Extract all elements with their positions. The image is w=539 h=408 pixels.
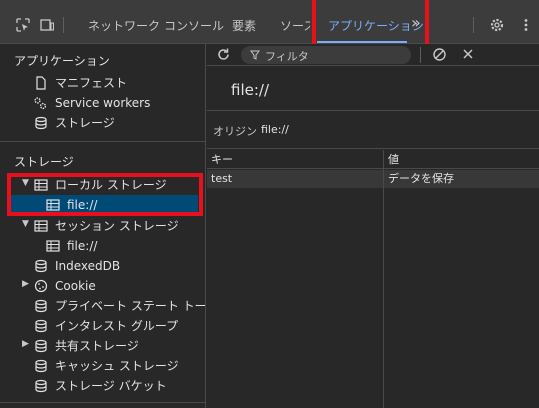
refresh-icon[interactable] xyxy=(216,47,231,62)
database-icon xyxy=(35,116,47,130)
gears-icon xyxy=(34,97,47,110)
sidebar-item-label: file:// xyxy=(67,239,98,253)
collapse-arrow-icon[interactable]: ▶ xyxy=(22,279,29,289)
cookie-icon xyxy=(34,279,48,293)
sidebar-section-title-application: アプリケーション xyxy=(14,54,110,68)
tab-elements[interactable]: 要素 xyxy=(232,16,256,36)
sidebar-item-cache-storage[interactable]: キャッシュ ストレージ xyxy=(0,356,205,376)
sidebar-item-label: ストレージ xyxy=(55,116,115,130)
sidebar-item-service-workers[interactable]: Service workers xyxy=(0,93,205,113)
sidebar-item-local-storage-file[interactable]: file:// xyxy=(11,195,198,215)
sidebar-item-label: 共有ストレージ xyxy=(55,339,139,353)
tab-console[interactable]: コンソール xyxy=(164,16,224,36)
database-icon xyxy=(35,319,47,333)
tab-application[interactable]: アプリケーション xyxy=(328,16,424,36)
sidebar-item-label: プライベート ステート トークン xyxy=(55,299,206,313)
sidebar-divider xyxy=(0,141,205,142)
tab-sources[interactable]: ソース xyxy=(280,16,310,36)
database-icon xyxy=(35,359,47,373)
sidebar-item-label: セッション ストレージ xyxy=(55,219,179,233)
column-header-key[interactable]: キー xyxy=(207,150,383,169)
expand-arrow-icon[interactable]: ▼ xyxy=(22,178,29,188)
filter-icon xyxy=(250,50,260,60)
sidebar-item-storage[interactable]: ストレージ xyxy=(0,113,205,133)
application-sidebar: アプリケーション マニフェスト Service workers ストレージ スト… xyxy=(0,44,206,408)
sidebar-item-label: Cookie xyxy=(55,279,96,293)
origin-info-row: オリジン file:// xyxy=(207,112,539,149)
sidebar-item-label: ストレージ バケット xyxy=(55,379,167,393)
column-divider xyxy=(383,150,384,408)
close-icon[interactable] xyxy=(462,48,474,60)
sidebar-item-label: マニフェスト xyxy=(55,76,128,90)
cell-value: データを保存 xyxy=(388,172,454,185)
sidebar-item-label: file:// xyxy=(67,198,98,212)
table-icon xyxy=(34,179,48,191)
table-row[interactable]: test データを保存 xyxy=(207,170,539,188)
sidebar-item-manifest[interactable]: マニフェスト xyxy=(0,73,205,93)
sidebar-item-session-storage-file[interactable]: file:// xyxy=(0,236,205,256)
more-icon[interactable] xyxy=(519,18,533,32)
sidebar-item-label: キャッシュ ストレージ xyxy=(55,359,179,373)
tab-network[interactable]: ネットワーク xyxy=(88,16,160,36)
sidebar-item-label: IndexedDB xyxy=(55,259,121,273)
sidebar-item-storage-buckets[interactable]: ストレージ バケット xyxy=(0,376,205,396)
sidebar-section-title-storage: ストレージ xyxy=(14,155,74,169)
storage-table: キー 値 test データを保存 xyxy=(207,150,539,408)
collapse-arrow-icon[interactable]: ▶ xyxy=(22,339,29,349)
storage-toolbar: フィルタ xyxy=(207,44,539,66)
file-icon xyxy=(36,76,46,90)
sidebar-item-private-state-tokens[interactable]: プライベート ステート トークン xyxy=(0,296,205,316)
sidebar-item-shared-storage[interactable]: ▶ 共有ストレージ xyxy=(0,336,205,356)
origin-title: file:// xyxy=(231,81,270,99)
database-icon xyxy=(35,379,47,393)
toolbar-separator xyxy=(63,17,64,33)
filter-placeholder: フィルタ xyxy=(265,50,309,63)
origin-value: file:// xyxy=(261,123,289,136)
sidebar-item-label: ローカル ストレージ xyxy=(55,178,167,192)
table-icon xyxy=(34,220,48,232)
table-icon xyxy=(46,240,60,252)
sidebar-item-interest-groups[interactable]: インタレスト グループ xyxy=(0,316,205,336)
inspect-icon[interactable] xyxy=(16,18,30,32)
active-tab-indicator xyxy=(317,41,407,43)
database-icon xyxy=(35,299,47,313)
toolbar-separator xyxy=(473,17,474,33)
sidebar-divider xyxy=(0,402,205,403)
sidebar-item-label: インタレスト グループ xyxy=(55,319,179,333)
sidebar-item-indexeddb[interactable]: IndexedDB xyxy=(0,256,205,276)
expand-arrow-icon[interactable]: ▼ xyxy=(22,219,29,229)
origin-label: オリジン xyxy=(213,125,257,138)
sidebar-item-label: Service workers xyxy=(55,96,151,110)
sidebar-item-local-storage[interactable]: ▼ ローカル ストレージ xyxy=(0,175,205,195)
settings-icon[interactable] xyxy=(489,17,505,33)
toolbar-separator xyxy=(420,47,421,63)
storage-main-panel: フィルタ file:// オリジン file:// キー 値 test データを… xyxy=(207,44,539,408)
clear-icon[interactable] xyxy=(432,47,447,62)
device-toggle-icon[interactable] xyxy=(40,18,54,32)
tabs-overflow-button[interactable]: » xyxy=(411,13,421,33)
table-icon xyxy=(46,199,60,211)
filter-input[interactable]: フィルタ xyxy=(241,46,411,64)
sidebar-item-cookie[interactable]: ▶ Cookie xyxy=(0,276,205,296)
column-header-value[interactable]: 値 xyxy=(384,150,539,169)
origin-header: file:// xyxy=(207,67,539,111)
database-icon xyxy=(35,259,47,273)
cell-key: test xyxy=(211,172,233,185)
devtools-tabbar: ネットワーク コンソール 要素 ソース アプリケーション » xyxy=(0,0,539,51)
sidebar-item-session-storage[interactable]: ▼ セッション ストレージ xyxy=(0,216,205,236)
database-icon xyxy=(35,339,47,353)
